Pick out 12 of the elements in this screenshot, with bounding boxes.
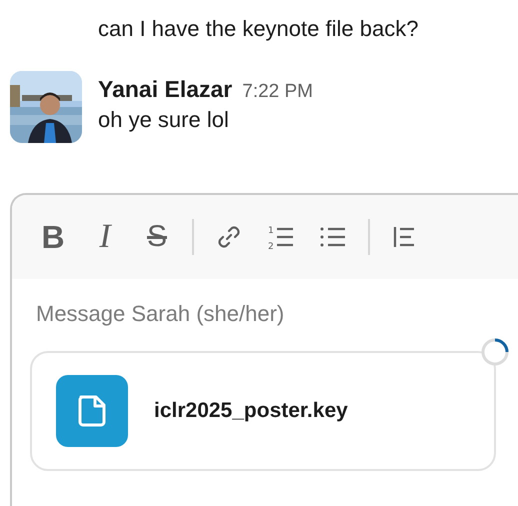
author-name[interactable]: Yanai Elazar xyxy=(98,73,232,105)
numbered-list-button[interactable]: 1 2 xyxy=(264,217,298,257)
italic-button[interactable]: I xyxy=(88,217,122,257)
strikethrough-button[interactable]: S xyxy=(140,217,174,257)
message-input[interactable]: Message Sarah (she/her) xyxy=(36,297,456,331)
message-text: can I have the keynote file back? xyxy=(98,15,420,43)
file-attachment-card[interactable]: iclr2025_poster.key xyxy=(30,351,496,471)
file-name: iclr2025_poster.key xyxy=(154,399,348,423)
document-icon xyxy=(56,375,128,447)
bold-button[interactable]: B xyxy=(36,217,70,257)
timestamp[interactable]: 7:22 PM xyxy=(242,81,314,103)
message-text: oh ye sure lol xyxy=(98,106,230,134)
